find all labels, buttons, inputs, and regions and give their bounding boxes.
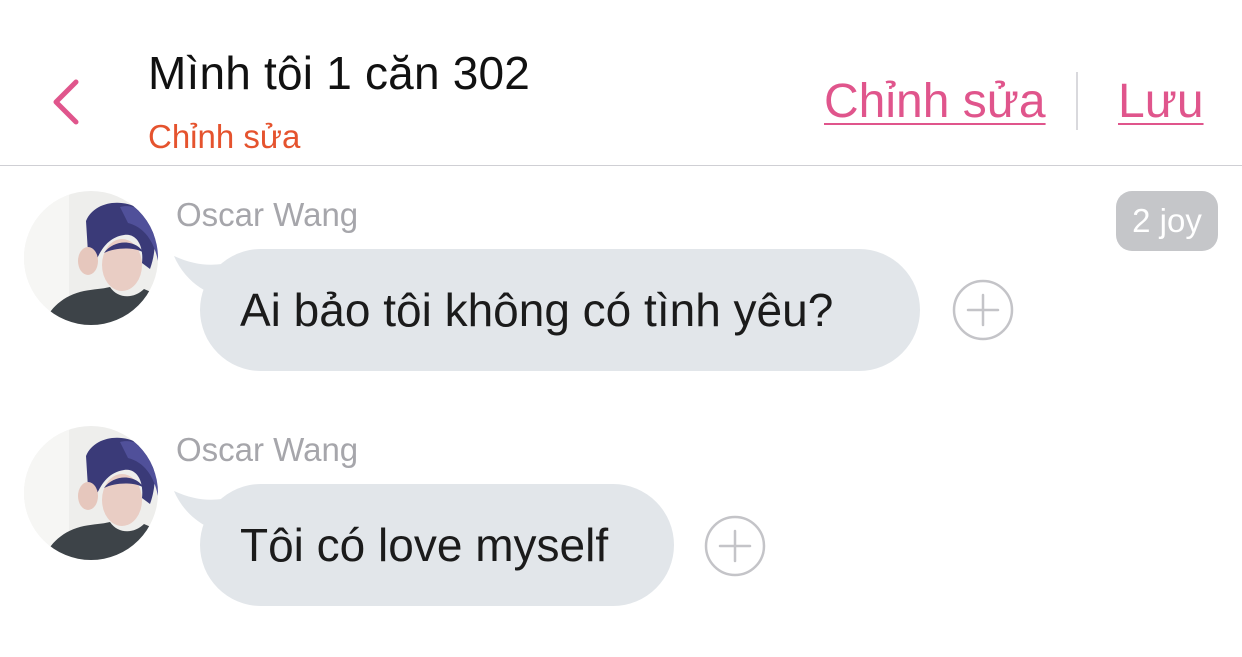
header-divider: [1076, 72, 1078, 130]
avatar-photo: [24, 191, 158, 325]
chat-screen: Mình tôi 1 căn 302 Chỉnh sửa Chỉnh sửa L…: [0, 0, 1242, 657]
plus-circle-icon: [952, 279, 1014, 341]
header-bar: Mình tôi 1 căn 302 Chỉnh sửa Chỉnh sửa L…: [0, 0, 1242, 166]
message-bubble[interactable]: Tôi có love myself: [200, 484, 674, 606]
chat-title: Mình tôi 1 căn 302: [148, 47, 531, 99]
reaction-badge[interactable]: 2 joy: [1116, 191, 1218, 251]
save-button[interactable]: Lưu: [1118, 74, 1204, 129]
add-reaction-button[interactable]: [952, 279, 1014, 341]
message-bubble[interactable]: Ai bảo tôi không có tình yêu?: [200, 249, 920, 371]
avatar-photo: [24, 426, 158, 560]
avatar[interactable]: [24, 191, 158, 325]
plus-circle-icon: [704, 515, 766, 577]
avatar[interactable]: [24, 426, 158, 560]
back-button[interactable]: [40, 68, 96, 132]
sender-name: Oscar Wang: [176, 196, 359, 233]
sender-name: Oscar Wang: [176, 431, 359, 468]
edit-button[interactable]: Chỉnh sửa: [824, 74, 1046, 129]
chat-subtitle[interactable]: Chỉnh sửa: [148, 118, 300, 156]
chevron-left-icon: [53, 79, 79, 125]
add-reaction-button[interactable]: [704, 515, 766, 577]
